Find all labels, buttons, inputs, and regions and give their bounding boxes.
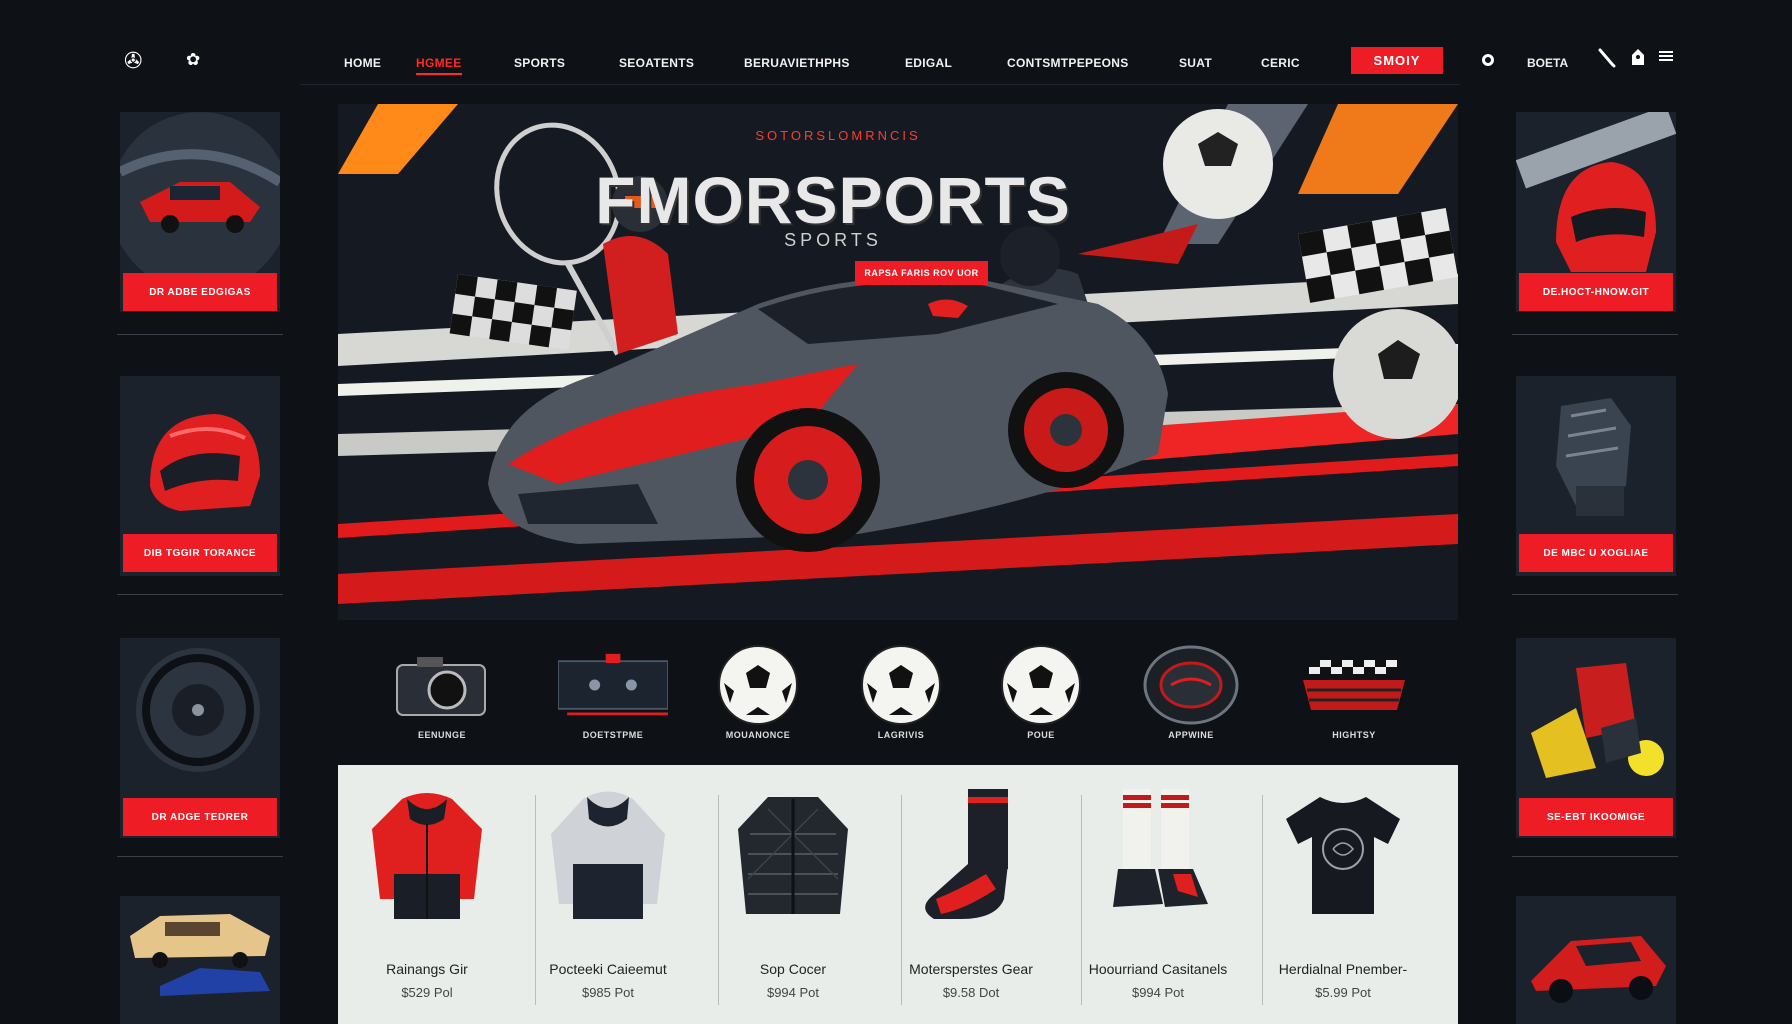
quilted-jacket-image [728,779,858,929]
right-card-1[interactable]: DE.HOCT-HNOW.GIT [1516,112,1676,312]
product-price: $5.99 Pot [1315,985,1371,1000]
left-card-2-button[interactable]: DIB TGGIR TORANCE [123,534,277,572]
product-name[interactable]: Hoourriand Casitanels [1069,961,1247,977]
right-card-2-button[interactable]: DE MBC U XOGLIAE [1519,534,1673,572]
right-card-4[interactable] [1516,896,1676,1024]
category-item[interactable]: APPWINE [1136,640,1246,740]
racing-sock-image [906,779,1036,929]
product-card[interactable]: Rainangs Gir $529 Pol [338,765,516,1024]
nav-item-7[interactable]: SUAT [1179,56,1212,70]
grey-hoodie-image [543,779,673,929]
nav-cta-button[interactable]: SMOIY [1351,47,1443,74]
left-card-4[interactable] [120,896,280,1024]
menu-icon[interactable] [1658,48,1674,69]
category-label: MOUANONCE [725,730,791,740]
card-divider [117,856,283,857]
pencil-icon[interactable] [1598,48,1616,73]
products-panel: Rainangs Gir $529 Pol Pocteeki Caieemut … [338,765,1458,1024]
soccer-ball-icon [846,640,956,730]
product-card[interactable]: Hoourriand Casitanels $994 Pot [1069,765,1247,1024]
camera-icon [387,640,497,730]
circle-icon[interactable] [1482,54,1494,66]
nav-item-6[interactable]: CONTSMTPEPEONS [1007,56,1129,70]
category-item[interactable]: DOETSTPME [558,640,668,740]
nav-item-active[interactable]: HGMEE [416,56,462,75]
right-card-2[interactable]: DE MBC U XOGLIAE [1516,376,1676,576]
nav-item-8[interactable]: CERIC [1261,56,1300,70]
category-label: HIGHTSY [1332,730,1376,740]
soccer-ball-icon [986,640,1096,730]
product-price: $994 Pot [766,985,820,1000]
nav-item-sports[interactable]: SPORTS [514,56,565,70]
product-name[interactable]: Motersperstes Gear [882,961,1060,977]
race-car-image [1516,896,1676,1024]
hero-cta-button[interactable]: RAPSA FARIS ROV UOR [855,261,988,285]
product-price: $529 Pol [401,985,453,1000]
t-shirt-image [1278,779,1408,929]
nav-user-label[interactable]: BOETA [1527,56,1568,70]
product-card[interactable]: Motersperstes Gear $9.58 Dot [882,765,1060,1024]
card-divider [117,594,283,595]
left-card-3-button[interactable]: DR ADGE TEDRER [123,798,277,836]
red-jacket-image [362,779,492,929]
product-price: $994 Pot [1131,985,1185,1000]
product-price: $985 Pot [581,985,635,1000]
category-label: EENUNGE [417,730,466,740]
sneaker-socks-image [1093,779,1223,929]
card-divider [1512,594,1678,595]
category-label: LAGRIVIS [877,730,925,740]
left-card-1[interactable]: DR ADBE EDGIGAS [120,112,280,312]
product-price: $9.58 Dot [942,985,1000,1000]
category-item[interactable]: POUE [986,640,1096,740]
nav-item-home[interactable]: HOME [344,56,381,70]
product-card[interactable]: Pocteeki Caieemut $985 Pot [519,765,697,1024]
category-item[interactable]: HIGHTSY [1299,640,1409,740]
nav-item-3[interactable]: SEOATENTS [619,56,694,70]
right-card-3[interactable]: SE-EBT IKOOMIGE [1516,638,1676,838]
right-card-1-button[interactable]: DE.HOCT-HNOW.GIT [1519,273,1673,311]
hero-kicker: SOTORSLOMRNCIS [755,128,921,143]
card-divider [1512,856,1678,857]
right-card-3-button[interactable]: SE-EBT IKOOMIGE [1519,798,1673,836]
secondary-logo-icon[interactable]: ✿ [186,50,200,70]
logo-icon[interactable]: ✇ [124,48,142,74]
product-name[interactable]: Sop Cocer [704,961,882,977]
hero-title: FMORSPORTS [595,163,1071,237]
checkered-flag-icon [1299,640,1409,730]
category-label: APPWINE [1168,730,1214,740]
category-item[interactable]: EENUNGE [387,640,497,740]
category-label: POUE [1027,730,1055,740]
hero-banner: SOTORSLOMRNCIS FMORSPORTS SPORTS RAPSA F… [338,104,1458,620]
hero-subtitle: SPORTS [784,230,882,250]
category-item[interactable]: LAGRIVIS [846,640,956,740]
product-card[interactable]: Herdialnal Pnember- $5.99 Pot [1254,765,1432,1024]
top-navigation: ✇ ✿ HOME HGMEE SPORTS SEOATENTS BERUAVIE… [120,44,1680,80]
category-label: DOETSTPME [582,730,644,740]
product-card[interactable]: Sop Cocer $994 Pot [704,765,882,1024]
vintage-car-image [120,896,280,1024]
card-divider [117,334,283,335]
product-name[interactable]: Pocteeki Caieemut [519,961,697,977]
dashboard-icon [558,640,668,730]
nav-item-5[interactable]: EDIGAL [905,56,952,70]
nav-divider [300,84,1460,85]
card-divider [1512,334,1678,335]
product-name[interactable]: Herdialnal Pnember- [1254,961,1432,977]
left-card-2[interactable]: DIB TGGIR TORANCE [120,376,280,576]
left-card-1-button[interactable]: DR ADBE EDGIGAS [123,273,277,311]
tire-icon [1136,640,1246,730]
bag-icon[interactable] [1631,48,1645,71]
left-card-3[interactable]: DR ADGE TEDRER [120,638,280,838]
product-name[interactable]: Rainangs Gir [338,961,516,977]
soccer-ball-icon [703,640,813,730]
nav-item-4[interactable]: BERUAVIETHPHS [744,56,850,70]
category-item[interactable]: MOUANONCE [703,640,813,740]
